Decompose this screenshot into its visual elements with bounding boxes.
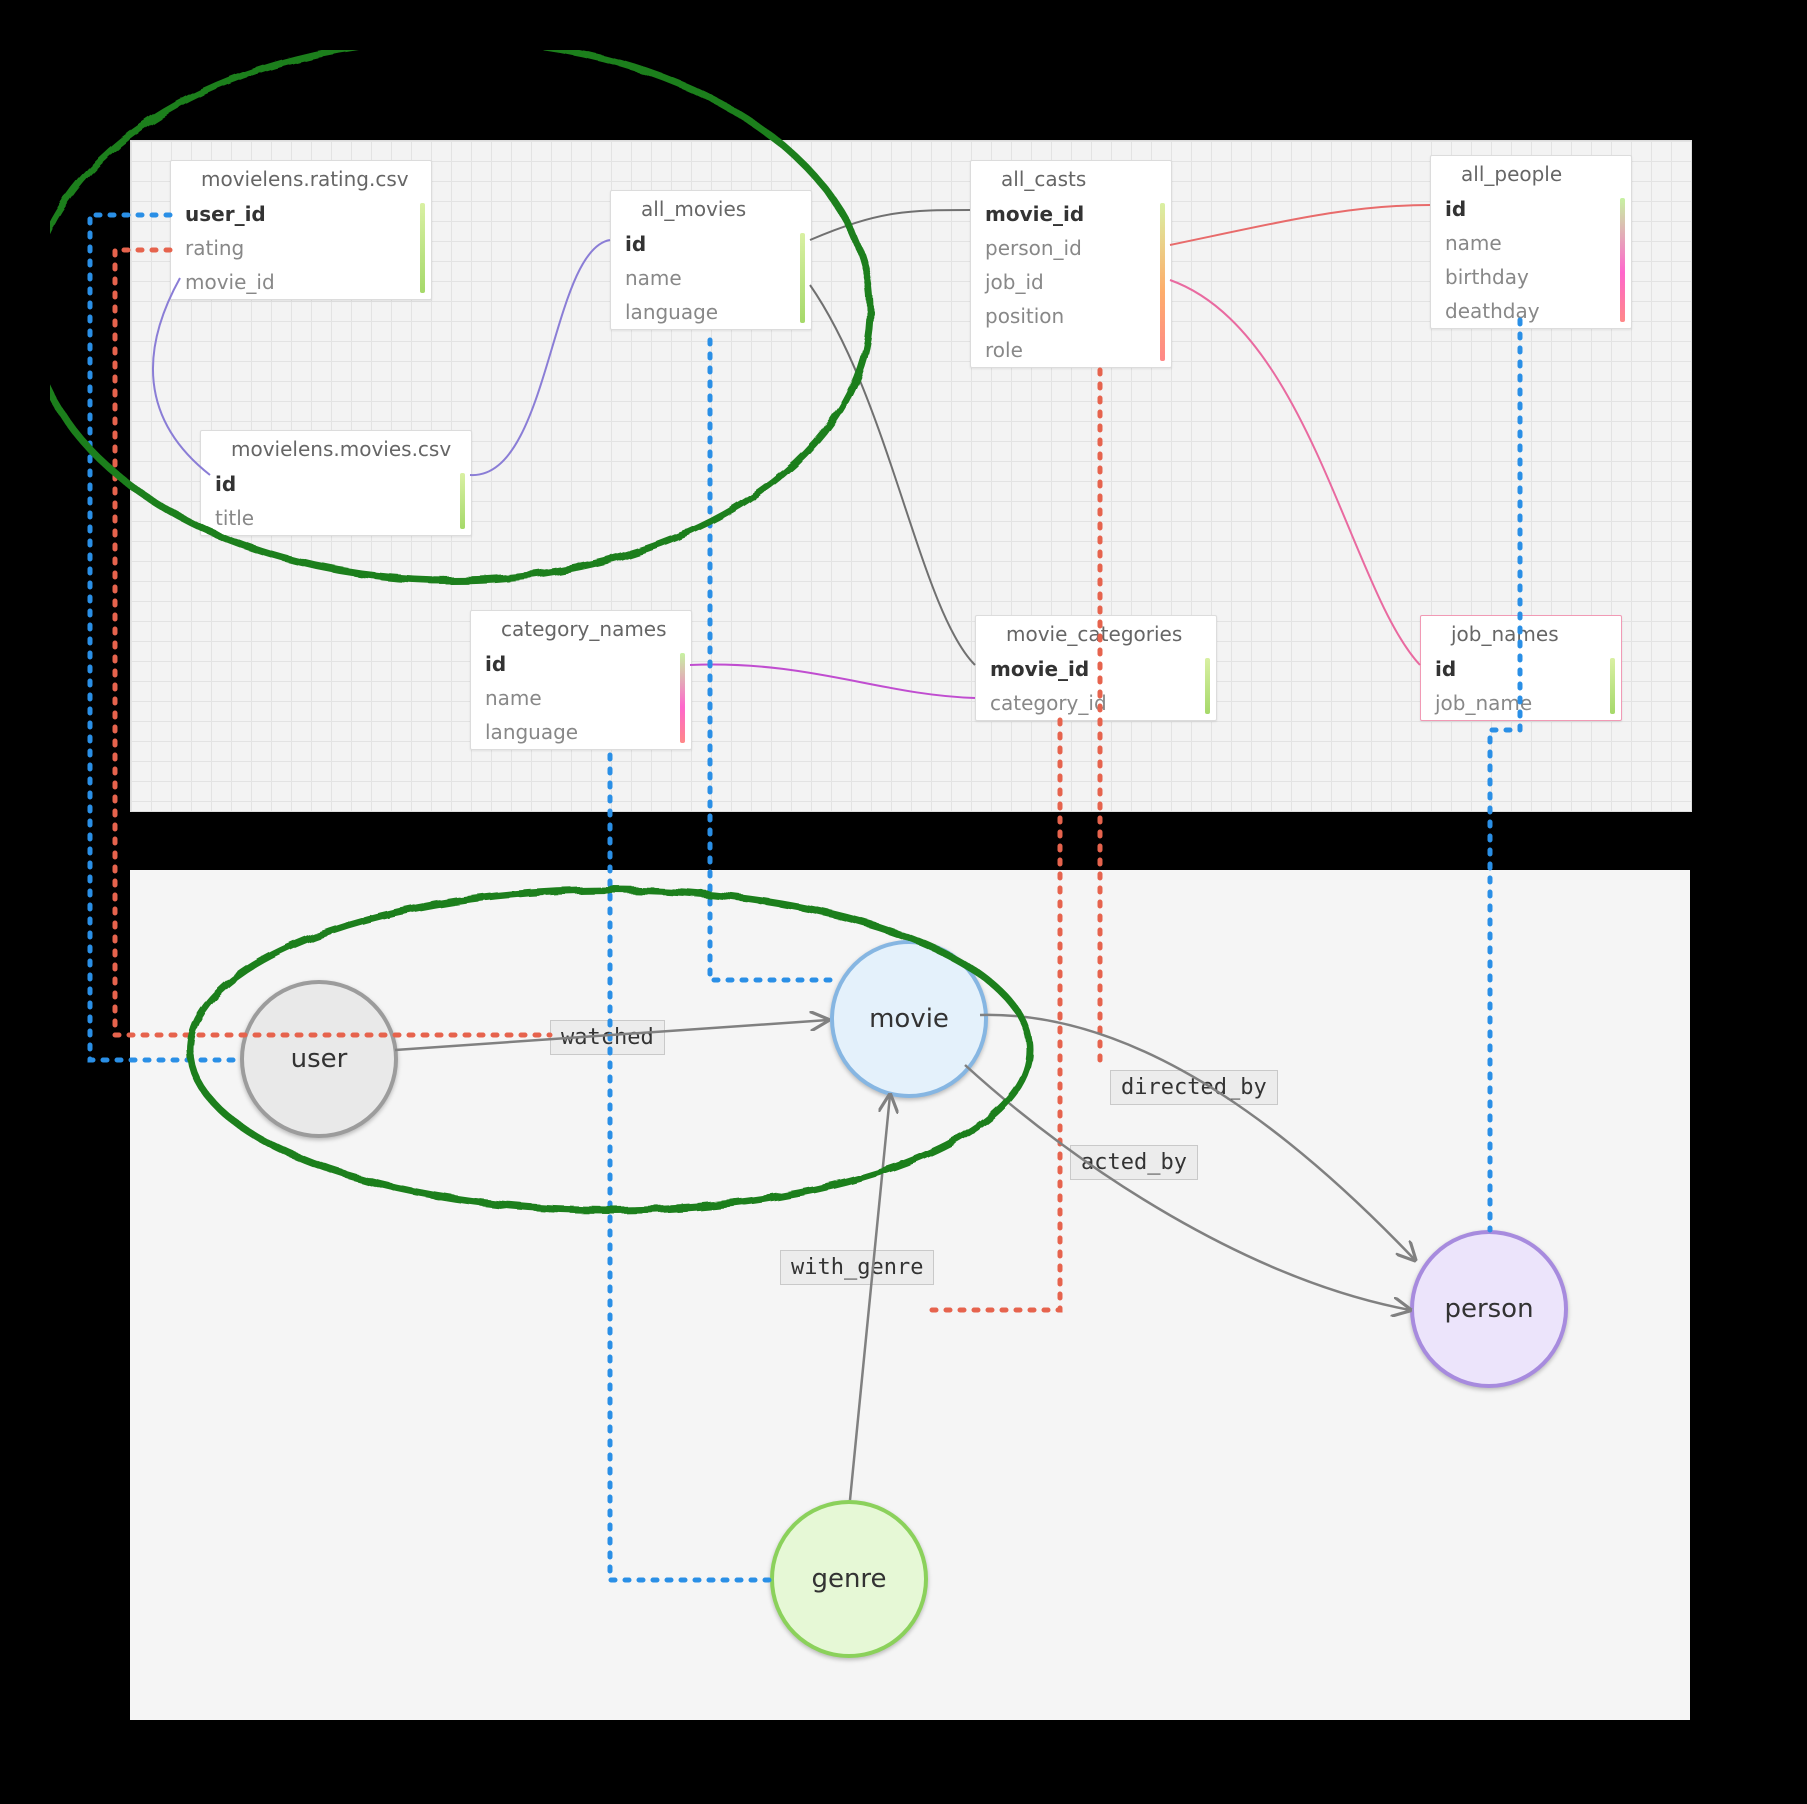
table-all-people[interactable]: all_people id name birthday deathday [1430, 155, 1632, 329]
table-title: movielens.rating.csv [171, 161, 431, 197]
node-label: genre [811, 1564, 886, 1594]
node-genre[interactable]: genre [770, 1500, 928, 1658]
table-title: all_movies [611, 191, 811, 227]
node-person[interactable]: person [1410, 1230, 1568, 1388]
node-label: movie [869, 1004, 949, 1034]
edge-with-genre: with_genre [780, 1250, 934, 1285]
node-label: person [1444, 1294, 1533, 1324]
node-user[interactable]: user [240, 980, 398, 1138]
field-birthday: birthday [1431, 260, 1631, 294]
table-category-names[interactable]: category_names id name language [470, 610, 692, 750]
table-job-names[interactable]: job_names id job_name [1420, 615, 1622, 721]
table-movielens-movies[interactable]: movielens.movies.csv id title [200, 430, 472, 536]
field-position: position [971, 299, 1171, 333]
table-title: category_names [471, 611, 691, 647]
field-person-id: person_id [971, 231, 1171, 265]
table-movie-categories[interactable]: movie_categories movie_id category_id [975, 615, 1217, 721]
field-name: name [471, 681, 691, 715]
table-movielens-rating[interactable]: movielens.rating.csv user_id rating movi… [170, 160, 432, 300]
field-id: id [471, 647, 691, 681]
field-id: id [201, 467, 471, 501]
field-name: name [1431, 226, 1631, 260]
table-title: job_names [1421, 616, 1621, 652]
edge-watched: watched [550, 1020, 665, 1055]
field-id: id [1431, 192, 1631, 226]
edge-acted-by: acted_by [1070, 1145, 1198, 1180]
field-language: language [471, 715, 691, 749]
table-title: all_people [1431, 156, 1631, 192]
field-user-id: user_id [171, 197, 431, 231]
field-id: id [611, 227, 811, 261]
node-label: user [291, 1044, 348, 1074]
field-role: role [971, 333, 1171, 367]
field-movie-id: movie_id [171, 265, 431, 299]
diagram-stage: movielens.rating.csv user_id rating movi… [50, 50, 1757, 1754]
table-title: movielens.movies.csv [201, 431, 471, 467]
table-all-movies[interactable]: all_movies id name language [610, 190, 812, 330]
field-category-id: category_id [976, 686, 1216, 720]
field-deathday: deathday [1431, 294, 1631, 328]
table-title: all_casts [971, 161, 1171, 197]
field-id: id [1421, 652, 1621, 686]
field-rating: rating [171, 231, 431, 265]
field-name: name [611, 261, 811, 295]
field-movie-id: movie_id [976, 652, 1216, 686]
table-all-casts[interactable]: all_casts movie_id person_id job_id posi… [970, 160, 1172, 368]
field-movie-id: movie_id [971, 197, 1171, 231]
edge-directed-by: directed_by [1110, 1070, 1278, 1105]
field-job-name: job_name [1421, 686, 1621, 720]
table-title: movie_categories [976, 616, 1216, 652]
node-movie[interactable]: movie [830, 940, 988, 1098]
field-title: title [201, 501, 471, 535]
field-job-id: job_id [971, 265, 1171, 299]
field-language: language [611, 295, 811, 329]
